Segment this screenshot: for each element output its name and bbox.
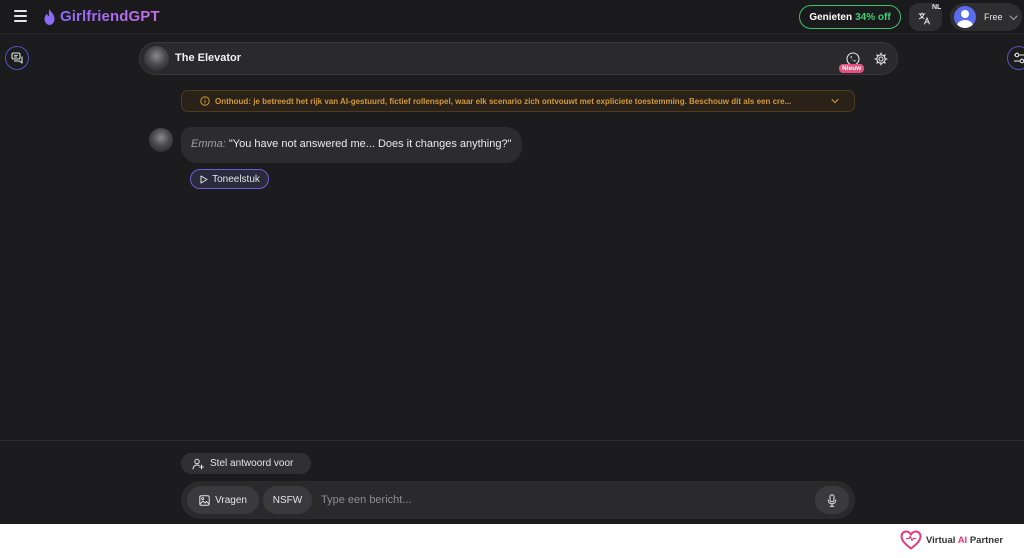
heart-logo-icon — [900, 530, 922, 550]
nsfw-label: NSFW — [272, 494, 303, 506]
watermark-prefix: Virtual — [926, 534, 958, 546]
gear-icon[interactable] — [874, 52, 888, 66]
disclaimer-text: Onthoud: je betreedt het rijk van AI-ges… — [215, 96, 792, 106]
message-text: "You have not answered me... Does it cha… — [228, 138, 512, 150]
image-request-label: Vragen — [215, 494, 247, 506]
divider — [0, 440, 1024, 441]
logo[interactable]: GirlfriendGPT — [43, 8, 160, 25]
suggest-reply-button[interactable]: Stel antwoord voor — [181, 453, 311, 474]
suggest-reply-label: Stel antwoord voor — [210, 458, 294, 469]
footer-strip: Virtual AI Partner — [0, 524, 1024, 558]
language-button[interactable]: NL — [909, 3, 942, 31]
sliders-icon — [1013, 52, 1024, 64]
character-name[interactable]: The Elevator — [175, 52, 241, 64]
watermark-suffix: Partner — [967, 534, 1004, 546]
mic-icon — [827, 493, 837, 507]
image-request-button[interactable]: Vragen — [187, 486, 259, 514]
character-avatar[interactable] — [144, 46, 169, 71]
flame-icon — [44, 8, 55, 25]
watermark-text: Virtual AI Partner — [926, 535, 1003, 546]
message-input[interactable] — [321, 486, 801, 514]
promo-button[interactable]: Genieten 34% off — [799, 5, 901, 29]
image-icon — [199, 494, 210, 506]
disclaimer-banner[interactable]: Onthoud: je betreedt het rijk van AI-ges… — [181, 90, 855, 112]
play-icon — [200, 175, 208, 183]
promo-prefix: Genieten — [809, 11, 853, 23]
message-bubble: Emma: "You have not answered me... Does … — [181, 127, 522, 163]
play-button-label: Toneelstuk — [212, 173, 260, 185]
watermark: Virtual AI Partner — [900, 530, 1003, 550]
chats-button[interactable] — [5, 46, 29, 70]
chats-icon — [10, 52, 23, 64]
plan-label: Free — [984, 12, 1003, 22]
chat-header: The Elevator Nieuw — [139, 42, 898, 75]
user-menu[interactable]: Free — [950, 3, 1022, 31]
watermark-ai: AI — [957, 534, 968, 546]
user-sparkle-icon — [192, 458, 204, 469]
menu-icon[interactable] — [14, 10, 27, 22]
message-speaker: Emma: — [191, 138, 226, 150]
chevron-down-icon[interactable] — [831, 97, 839, 105]
message-avatar[interactable] — [149, 128, 173, 152]
top-bar: GirlfriendGPT Genieten 34% off NL Free — [0, 0, 1024, 34]
info-icon — [200, 96, 210, 106]
promo-percent: 34% off — [855, 11, 891, 23]
message-composer: Vragen NSFW — [181, 481, 855, 519]
play-button[interactable]: Toneelstuk — [190, 169, 269, 189]
chevron-down-icon — [1008, 14, 1018, 20]
filters-button[interactable] — [1007, 46, 1024, 70]
translate-icon — [918, 12, 930, 25]
nsfw-toggle[interactable]: NSFW — [263, 486, 312, 514]
new-badge: Nieuw — [839, 64, 865, 73]
avatar — [954, 6, 976, 28]
logo-text: GirlfriendGPT — [60, 8, 160, 25]
mic-button[interactable] — [815, 486, 849, 514]
language-code: NL — [932, 4, 942, 11]
